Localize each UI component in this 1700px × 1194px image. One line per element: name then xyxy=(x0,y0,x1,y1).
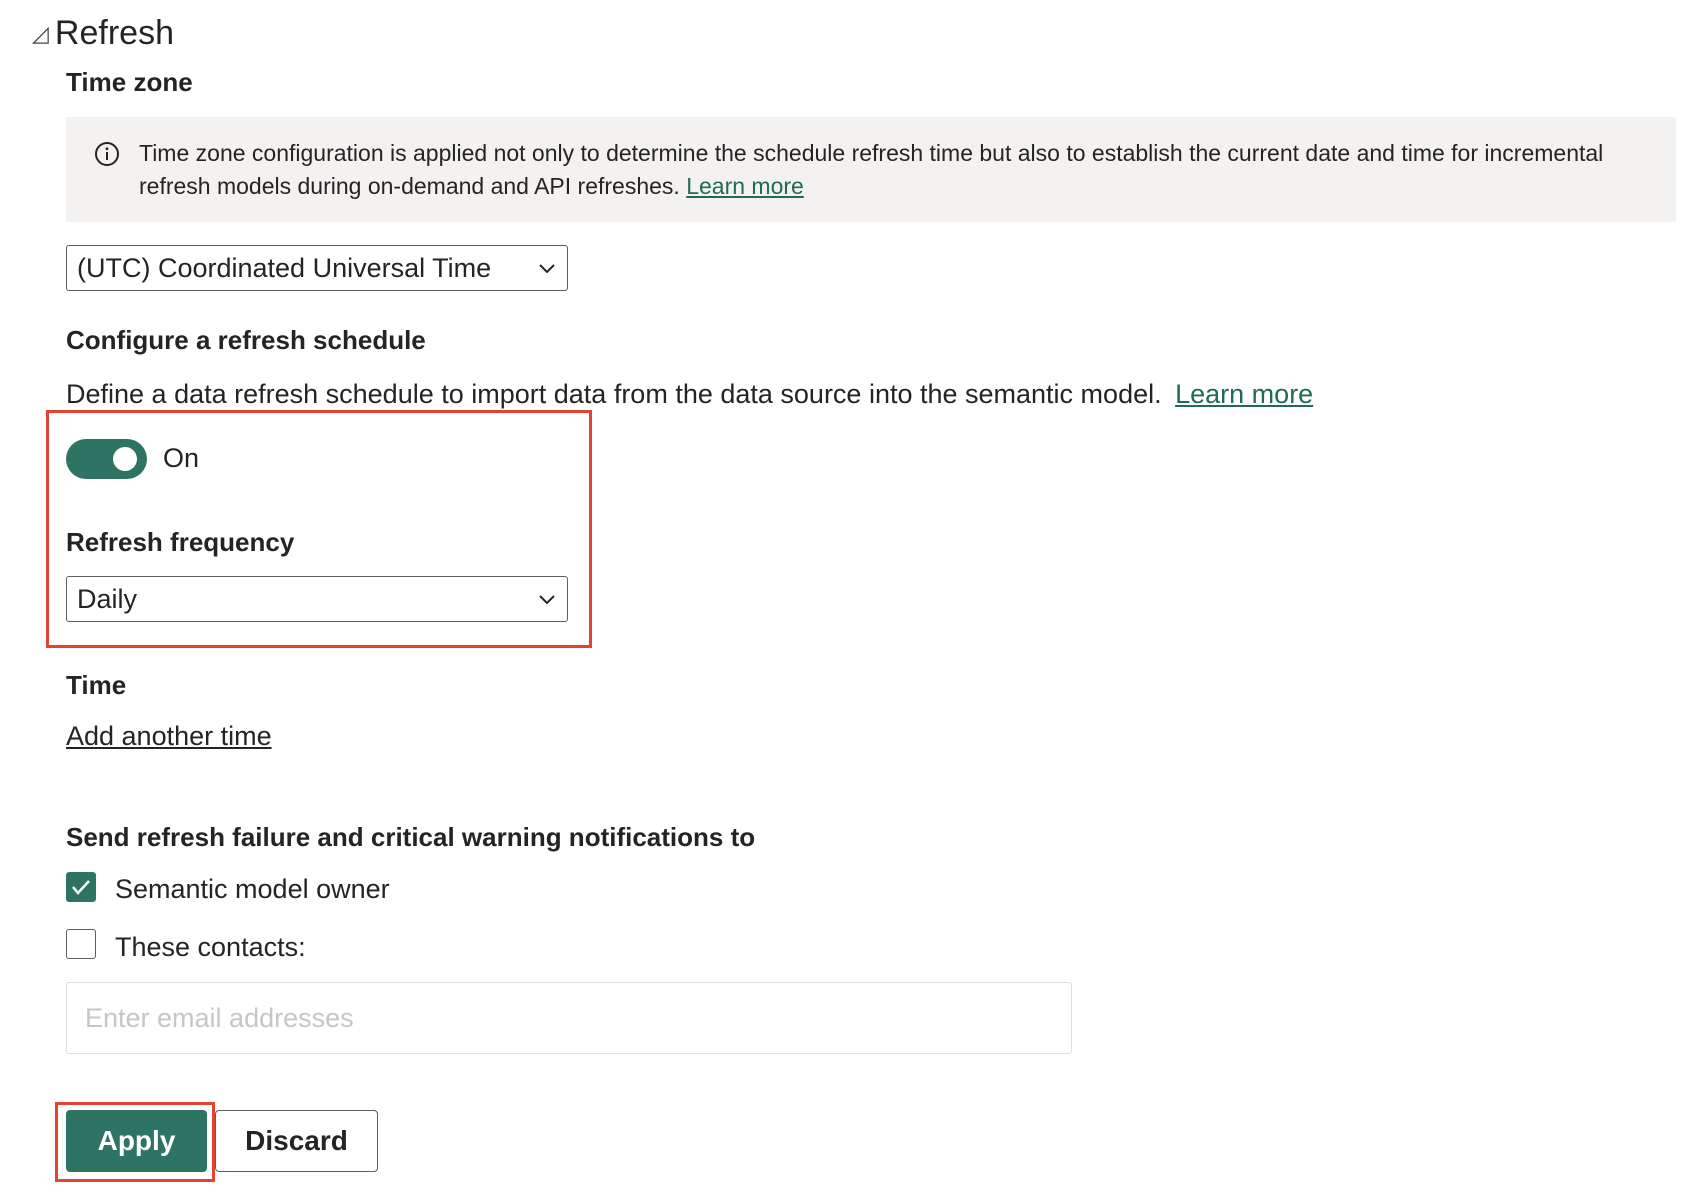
time-label: Time xyxy=(66,670,127,700)
schedule-heading: Configure a refresh schedule xyxy=(66,325,426,355)
time-zone-selected: (UTC) Coordinated Universal Time xyxy=(77,252,492,283)
chevron-down-icon xyxy=(539,264,555,274)
refresh-schedule-toggle[interactable] xyxy=(66,439,147,479)
time-zone-dropdown[interactable]: (UTC) Coordinated Universal Time xyxy=(66,245,568,291)
chevron-down-icon xyxy=(539,595,555,605)
add-another-time-link[interactable]: Add another time xyxy=(66,721,272,752)
section-header-refresh[interactable]: ◿ Refresh xyxy=(32,14,174,53)
time-zone-info-text: Time zone configuration is applied not o… xyxy=(139,137,1659,203)
info-message: Time zone configuration is applied not o… xyxy=(139,140,1604,199)
section-title: Refresh xyxy=(54,14,174,52)
schedule-description-row: Define a data refresh schedule to import… xyxy=(66,379,1313,410)
discard-button[interactable]: Discard xyxy=(215,1110,378,1172)
info-icon xyxy=(95,142,119,166)
email-addresses-input[interactable] xyxy=(66,982,1072,1054)
contacts-checkbox-label[interactable]: These contacts: xyxy=(115,932,306,963)
collapse-caret-icon[interactable]: ◿ xyxy=(32,22,49,45)
apply-button[interactable]: Apply xyxy=(66,1110,207,1172)
checkmark-icon xyxy=(72,880,90,895)
notifications-heading: Send refresh failure and critical warnin… xyxy=(66,822,756,852)
owner-checkbox-label[interactable]: Semantic model owner xyxy=(115,874,390,905)
refresh-frequency-label: Refresh frequency xyxy=(66,527,295,557)
time-zone-label: Time zone xyxy=(66,67,193,97)
refresh-frequency-selected: Daily xyxy=(77,583,138,614)
toggle-state-label: On xyxy=(163,443,200,473)
owner-checkbox[interactable] xyxy=(66,872,96,902)
contacts-checkbox[interactable] xyxy=(66,929,96,959)
time-zone-info-box: Time zone configuration is applied not o… xyxy=(66,117,1676,222)
schedule-description: Define a data refresh schedule to import… xyxy=(66,379,1162,409)
toggle-knob xyxy=(113,447,137,471)
schedule-learn-more-link[interactable]: Learn more xyxy=(1175,379,1313,409)
info-learn-more-link[interactable]: Learn more xyxy=(686,173,804,199)
refresh-frequency-dropdown[interactable]: Daily xyxy=(66,576,568,622)
